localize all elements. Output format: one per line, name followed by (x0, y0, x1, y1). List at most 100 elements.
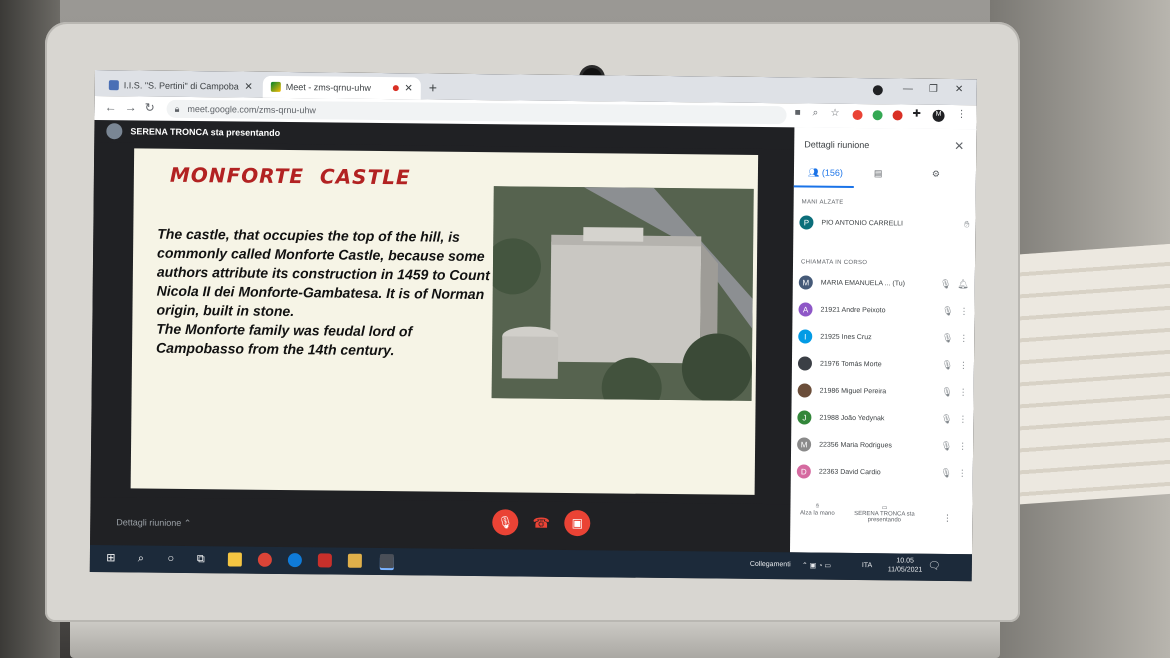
participant-row[interactable]: 21986 Miguel Pereira 🎙︎ ⋮ (797, 379, 968, 403)
tab-activities[interactable]: ⚙︎ (932, 169, 940, 180)
power-app-icon[interactable] (317, 553, 332, 568)
participant-row[interactable]: 21976 Tomás Morte 🎙︎ ⋮ (797, 352, 968, 376)
mic-muted-icon: 🎙︎ (939, 278, 952, 289)
lock-icon: 🔒︎ (174, 103, 180, 114)
avatar (797, 356, 813, 371)
zoom-icon[interactable]: ⌕ (813, 108, 819, 119)
raise-hand-button[interactable]: ✋︎ Alza la mano (792, 503, 842, 517)
language-indicator[interactable]: ITA (862, 562, 872, 569)
avatar: M (797, 437, 812, 452)
tab-school[interactable]: I.I.S. "S. Pertini" di Campobasso ✕ (101, 74, 261, 98)
extension-green-icon[interactable] (872, 110, 883, 121)
participant-row[interactable]: A 21921 Andre Peixoto 🎙︎ ⋮ (798, 298, 969, 322)
more-options-icon[interactable]: ⋮ (959, 360, 968, 371)
raise-hand-label: Alza la mano (800, 510, 835, 517)
participant-name: 21921 Andre Peixoto (820, 306, 886, 314)
close-window-button[interactable]: ✕ (955, 84, 964, 95)
slide-paragraph: The Monforte family was feudal lord of C… (156, 320, 413, 359)
participant-name: MARIA EMANUELA ... (Tu) (820, 279, 906, 287)
tab-meet[interactable]: Meet - zms-qrnu-uhw ✕ (262, 75, 421, 100)
avatar: M (798, 275, 813, 290)
edge-icon[interactable] (287, 553, 302, 568)
reload-icon[interactable]: ↻ (145, 101, 155, 115)
more-options-icon[interactable]: ⋮ (958, 468, 967, 479)
slide-paragraph: The castle, that occupies the top of the… (156, 225, 490, 320)
chrome-icon[interactable] (257, 552, 272, 567)
profile-dot-icon[interactable] (872, 85, 883, 96)
participant-name: 21925 Ines Cruz (820, 333, 872, 341)
participant-row[interactable]: M MARIA EMANUELA ... (Tu) 🎙︎ 🔔︎ (798, 271, 969, 295)
bell-icon[interactable]: 🔔︎ (957, 279, 969, 290)
laptop-screen: I.I.S. "S. Pertini" di Campobasso ✕ Meet… (89, 70, 977, 582)
menu-dots-icon[interactable]: ⋮ (957, 109, 967, 120)
more-options-icon[interactable]: ⋮ (959, 306, 968, 317)
participant-row[interactable]: I 21925 Ines Cruz 🎙︎ ⋮ (798, 325, 968, 349)
extension-block-icon[interactable] (892, 110, 903, 121)
maximize-button[interactable]: ❐ (929, 84, 938, 95)
active-tab-indicator (793, 185, 854, 188)
avatar: A (798, 302, 813, 317)
participant-row[interactable]: M 22356 Maria Rodrigues 🎙︎ ⋮ (797, 433, 967, 457)
camera-off-button[interactable]: ▣ (564, 509, 591, 537)
mic-muted-icon: 🎙︎ (941, 359, 954, 370)
links-toolbar[interactable]: Collegamenti (750, 561, 791, 568)
close-tab-icon[interactable]: ✕ (404, 83, 413, 94)
clock[interactable]: 10.05 11/05/2021 (888, 556, 923, 574)
hang-up-button[interactable]: ☎︎ (528, 510, 554, 536)
search-icon[interactable]: ⌕ (134, 551, 148, 565)
camera-icon[interactable]: ■ (795, 107, 801, 118)
star-icon[interactable]: ☆ (831, 108, 840, 119)
participant-row[interactable]: D 22363 David Cardio 🎙︎ ⋮ (796, 460, 967, 484)
profile-avatar[interactable]: M (932, 109, 945, 122)
minimize-button[interactable]: — (903, 83, 913, 94)
close-tab-icon[interactable]: ✕ (244, 81, 253, 92)
extension-red-icon[interactable] (852, 109, 863, 121)
tab-chat[interactable]: ▤ (874, 168, 883, 179)
more-options-icon[interactable]: ⋮ (959, 387, 968, 398)
participant-name: 22356 Maria Rodrigues (819, 441, 892, 449)
participant-name: 21976 Tomás Morte (819, 360, 882, 368)
participant-row[interactable]: J 21988 João Yedynak 🎙︎ ⋮ (797, 406, 967, 430)
folder-app-icon[interactable] (347, 553, 362, 568)
raised-hand-row[interactable]: P PIO ANTONIO CARRELLI ✋︎ (799, 211, 969, 235)
participant-name: 22363 David Cardio (818, 468, 881, 476)
presenting-button[interactable]: ▭ SERENA TRONCA sta presentando (852, 504, 916, 524)
avatar: J (797, 410, 812, 425)
close-panel-icon[interactable]: ✕ (954, 139, 964, 153)
clock-time: 10.05 (896, 557, 914, 565)
meeting-details-link[interactable]: Dettagli riunione ⌃ (116, 517, 191, 529)
notification-icon[interactable]: 🗨︎ (928, 561, 941, 572)
participant-name: 21986 Miguel Pereira (819, 387, 887, 395)
more-options-icon[interactable]: ⋮ (958, 441, 967, 452)
address-bar[interactable]: 🔒︎ meet.google.com/zms-qrnu-uhw (166, 99, 787, 125)
avatar: D (796, 464, 811, 479)
raised-hand-icon[interactable]: ✋︎ (964, 219, 969, 230)
puzzle-icon[interactable]: ✚ (913, 109, 922, 120)
more-options-icon[interactable]: ⋮ (959, 333, 968, 344)
slide-body: The castle, that occupies the top of the… (156, 225, 497, 362)
slide-title: MONFORTE CASTLE (169, 162, 411, 190)
meet-taskbar-icon[interactable] (379, 554, 394, 569)
presenter-text: SERENA TRONCA sta presentando (130, 126, 281, 138)
meet-favicon-icon (270, 81, 281, 92)
books-stack (995, 243, 1170, 507)
more-options-icon[interactable]: ⋮ (958, 414, 967, 425)
windows-start-icon[interactable]: ⊞ (104, 551, 118, 565)
task-view-icon[interactable]: ⧉ (194, 552, 208, 566)
mic-muted-icon: 🎙︎ (940, 467, 952, 478)
castle-illustration (491, 186, 754, 401)
file-explorer-icon[interactable] (227, 552, 242, 567)
meeting-details-label: Dettagli riunione (116, 517, 182, 528)
presenter-avatar (106, 123, 123, 140)
more-options-icon[interactable]: ⋮ (940, 513, 954, 524)
panel-footer: ✋︎ Alza la mano ▭ SERENA TRONCA sta presen… (790, 499, 973, 551)
cortana-icon[interactable]: ○ (164, 552, 178, 566)
forward-arrow-icon[interactable]: → (125, 100, 137, 114)
tray-icons[interactable]: ⌃ ▣ ◔ ▭ (802, 561, 831, 569)
tab-people[interactable]: 👥︎ (156) (808, 167, 843, 178)
mic-off-button[interactable]: 🎙︎ (492, 509, 519, 536)
new-tab-button[interactable]: + (429, 79, 437, 95)
back-arrow-icon[interactable]: ← (105, 100, 117, 114)
raised-hands-heading: MANI ALZATE (801, 199, 844, 206)
panel-title: Dettagli riunione (804, 139, 870, 151)
